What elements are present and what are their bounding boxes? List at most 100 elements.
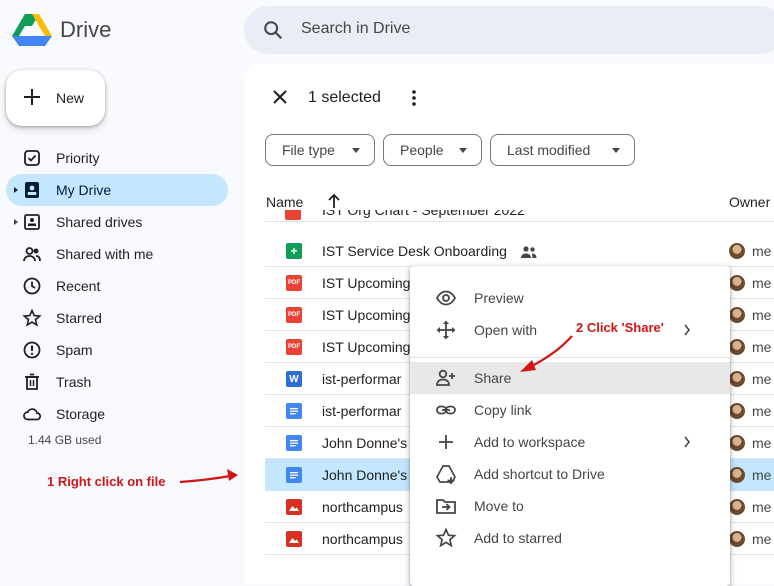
owner-avatar (729, 499, 745, 515)
my-drive-icon (25, 182, 39, 198)
filter-file-type-label: File type (282, 142, 335, 158)
plus-icon (439, 435, 453, 449)
menu-item-preview[interactable] (410, 282, 730, 314)
pdf-file-icon: PDF (286, 275, 302, 291)
new-button-label: New (56, 90, 85, 106)
shared-with-me-icon (23, 247, 41, 262)
owner-avatar (729, 435, 745, 451)
spam-icon (23, 341, 41, 359)
storage-used-text: 1.44 GB used (28, 433, 102, 447)
owner-avatar (729, 275, 745, 291)
drive-logo-icon[interactable] (12, 12, 52, 48)
annotation-step2: 2 Click 'Share' (576, 320, 664, 335)
owner-name: me (752, 499, 772, 515)
file-name: John Donne's (322, 467, 408, 483)
menu-item-add-to-starred[interactable] (410, 522, 730, 554)
sidebar-label-my-drive: My Drive (56, 182, 112, 198)
sidebar-label-shared-drives: Shared drives (56, 214, 143, 230)
clock-icon (23, 277, 41, 295)
close-icon[interactable] (271, 88, 289, 106)
app-name: Drive (60, 17, 112, 42)
selection-count: 1 selected (308, 89, 381, 106)
dropdown-arrow-icon (459, 148, 467, 153)
owner-avatar (729, 307, 745, 323)
filter-people[interactable]: People (383, 134, 482, 166)
pdf-file-icon: PDF (286, 307, 302, 323)
file-name: John Donne's (322, 435, 408, 451)
star-icon (22, 308, 42, 327)
shared-people-icon (521, 246, 537, 258)
owner-name: me (752, 371, 772, 387)
add-shortcut-icon (436, 465, 456, 484)
annotation-arrow-icon (179, 469, 238, 484)
filter-last-modified[interactable]: Last modified (490, 134, 635, 166)
sheets-file-icon: + (286, 243, 302, 259)
menu-item-copy-link[interactable] (410, 394, 730, 426)
docs-file-icon (286, 435, 302, 451)
file-name: northcampus (322, 531, 403, 547)
owner-name: me (752, 307, 772, 323)
menu-item-label: Add to workspace (474, 434, 586, 450)
search-input[interactable]: Search in Drive (301, 20, 410, 38)
column-header-owner[interactable]: Owner (729, 194, 770, 210)
owner-name: me (752, 435, 772, 451)
sidebar-label-starred: Starred (56, 310, 102, 326)
filter-file-type[interactable]: File type (265, 134, 375, 166)
trash-icon (25, 373, 39, 390)
cloud-icon (23, 408, 41, 421)
column-header-name[interactable]: Name (266, 194, 303, 210)
expand-caret-icon[interactable] (12, 218, 20, 226)
eye-icon (435, 290, 457, 306)
more-vert-icon[interactable] (408, 89, 420, 107)
file-type-icon (285, 210, 301, 220)
file-name: IST Upcoming (322, 275, 411, 291)
owner-name: me (752, 243, 772, 259)
owner-name: me (752, 275, 772, 291)
image-file-icon (286, 499, 302, 515)
file-name: IST Upcoming (322, 339, 411, 355)
owner-name: me (752, 467, 772, 483)
row-divider (265, 221, 774, 222)
move-to-icon (436, 499, 456, 514)
chevron-right-icon (684, 436, 691, 448)
docs-file-icon (286, 403, 302, 419)
file-name: northcampus (322, 499, 403, 515)
expand-caret-icon[interactable] (12, 186, 20, 194)
word-file-icon: W (286, 371, 302, 387)
sidebar-label-priority: Priority (56, 150, 100, 166)
sidebar-label-spam: Spam (56, 342, 93, 358)
sidebar-label-recent: Recent (56, 278, 101, 294)
link-icon (436, 405, 456, 415)
open-with-icon (436, 320, 456, 340)
owner-avatar (729, 339, 745, 355)
owner-avatar (729, 371, 745, 387)
menu-item-label: Preview (474, 290, 524, 306)
owner-avatar (729, 531, 745, 547)
image-file-icon (286, 531, 302, 547)
owner-avatar (729, 243, 745, 259)
docs-file-icon (286, 467, 302, 483)
sort-arrow-up-icon[interactable] (326, 192, 342, 210)
shared-drives-icon (24, 214, 40, 230)
file-name: IST Org Chart - September 2022 (322, 210, 525, 218)
star-outline-icon (435, 527, 457, 548)
person-add-icon (436, 369, 455, 386)
annotation-step1: 1 Right click on file (47, 474, 166, 489)
file-name: IST Service Desk Onboarding (322, 243, 507, 259)
plus-icon (24, 89, 40, 105)
menu-item-label: Add to starred (474, 530, 562, 546)
sidebar-label-trash: Trash (56, 374, 92, 390)
menu-item-label: Move to (474, 498, 524, 514)
dropdown-arrow-icon (352, 148, 360, 153)
menu-item-label: Share (474, 370, 512, 386)
menu-item-label: Copy link (474, 402, 532, 418)
file-name: IST Upcoming (322, 307, 411, 323)
sidebar-label-storage: Storage (56, 406, 106, 422)
owner-name: me (752, 531, 772, 547)
filter-last-modified-label: Last modified (507, 142, 591, 158)
menu-item-move-to[interactable] (410, 490, 730, 522)
chevron-right-icon (684, 324, 691, 336)
owner-avatar (729, 403, 745, 419)
search-icon[interactable] (262, 19, 284, 41)
menu-item-label: Add shortcut to Drive (474, 466, 605, 482)
